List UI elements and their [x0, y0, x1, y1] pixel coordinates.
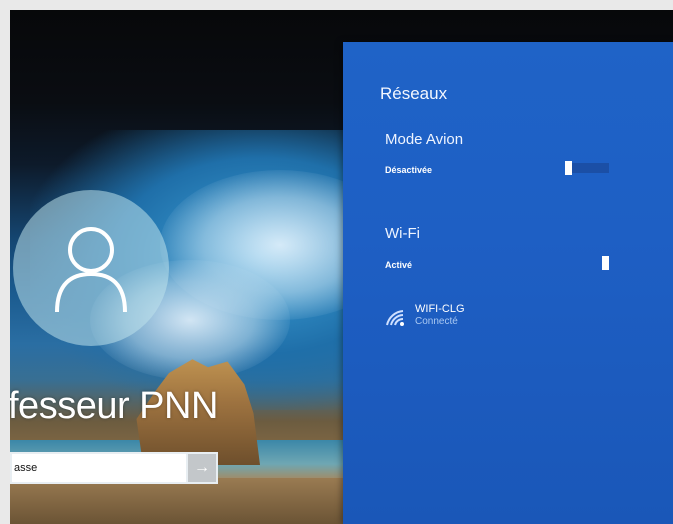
lock-screen: fesseur PNN → Réseaux Mode Avion Désacti… [10, 10, 673, 524]
network-item-wifi-clg[interactable]: WIFI-CLG Connecté [385, 303, 545, 343]
network-status: Connecté [415, 316, 458, 327]
network-name: WIFI-CLG [415, 303, 465, 315]
wallpaper-beach [10, 478, 350, 524]
toggle-thumb [565, 161, 572, 175]
user-icon [55, 227, 127, 313]
airplane-mode-label: Mode Avion [385, 131, 464, 148]
password-box: → [10, 452, 218, 484]
user-avatar [13, 190, 169, 346]
toggle-thumb [602, 256, 609, 270]
network-flyout: Réseaux Mode Avion Désactivée Wi-Fi Acti… [343, 42, 673, 524]
password-input[interactable] [12, 454, 186, 482]
submit-button[interactable]: → [186, 454, 216, 482]
wifi-state: Activé [385, 260, 413, 270]
wifi-toggle[interactable] [565, 256, 609, 270]
airplane-mode-state: Désactivée [385, 165, 433, 175]
airplane-mode-toggle[interactable] [565, 161, 609, 175]
wifi-label: Wi-Fi [385, 225, 420, 242]
wifi-icon [386, 310, 404, 326]
flyout-title: Réseaux [380, 84, 448, 103]
arrow-right-icon: → [194, 459, 210, 476]
user-name: fesseur PNN [10, 385, 218, 427]
